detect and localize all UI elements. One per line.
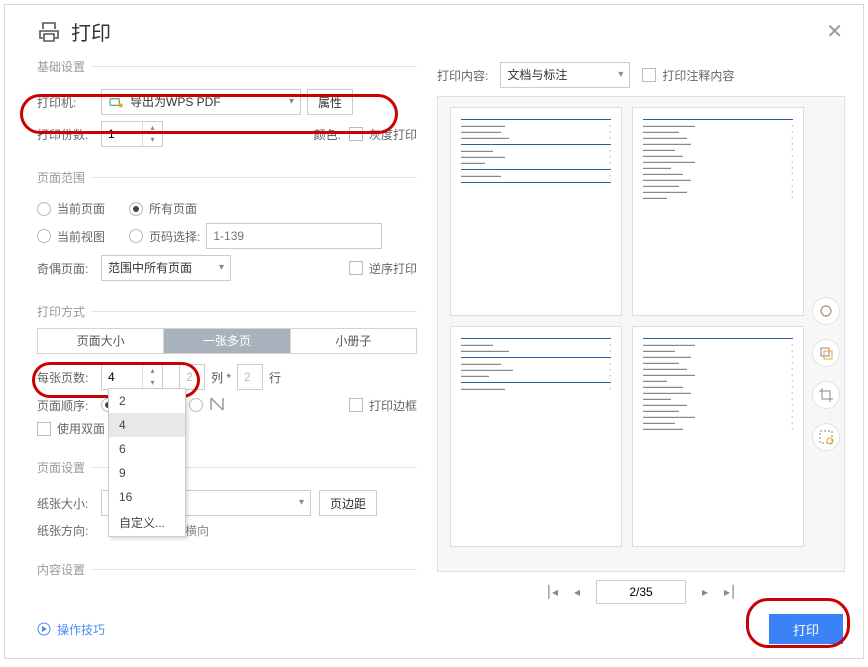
perpage-label: 每张页数: [37, 369, 101, 386]
chevron-down-icon: ▾ [299, 491, 304, 515]
reverse-checkbox[interactable]: 逆序打印 [349, 260, 417, 277]
preview-pager: ⎮◂ ◂ ▸ ▸⎮ [437, 580, 845, 604]
spin-up-icon[interactable]: ▴ [143, 365, 162, 377]
tab-booklet[interactable]: 小册子 [291, 329, 416, 353]
chevron-down-icon: ▾ [289, 90, 294, 114]
tool-copy-icon[interactable] [812, 339, 840, 367]
dropdown-option[interactable]: 6 [109, 437, 185, 461]
order-n[interactable] [189, 396, 227, 414]
print-button[interactable]: 打印 [769, 614, 843, 644]
rows-unit: 行 [269, 369, 281, 386]
dropdown-option[interactable]: 16 [109, 485, 185, 509]
dropdown-option[interactable]: 9 [109, 461, 185, 485]
printer-icon [37, 20, 61, 44]
duplex-checkbox[interactable]: 使用双面 [37, 420, 105, 437]
tool-fit-icon[interactable] [812, 423, 840, 451]
copies-label: 打印份数: [37, 126, 101, 143]
papersize-label: 纸张大小: [37, 495, 101, 512]
close-icon[interactable]: ✕ [826, 19, 843, 44]
copies-stepper[interactable]: ▴▾ [101, 121, 163, 147]
tab-page-size[interactable]: 页面大小 [38, 329, 164, 353]
pager-first-icon[interactable]: ⎮◂ [546, 585, 558, 599]
dialog-title: 打印 [71, 17, 111, 46]
margin-button[interactable]: 页边距 [319, 490, 377, 516]
orient-label: 纸张方向: [37, 522, 101, 539]
oddeven-label: 奇偶页面: [37, 260, 101, 277]
preview-page: ▬▬▬▬▬▬▬▬▬▬▬▬▬▪ ▬▬▬▬▬▬▬▬▬▪ ▬▬▬▬▬▬▬▬▬▬▬▪ ▬… [632, 107, 804, 316]
radio-current-page[interactable]: 当前页面 [37, 200, 105, 217]
pageset-legend: 页面设置 [37, 459, 91, 476]
content-legend: 内容设置 [37, 561, 91, 578]
perpage-input[interactable] [102, 365, 142, 389]
printer-value: 导出为WPS PDF [130, 90, 221, 114]
pager-next-icon[interactable]: ▸ [702, 585, 708, 599]
radio-all-pages[interactable]: 所有页面 [129, 200, 197, 217]
pager-last-icon[interactable]: ▸⎮ [724, 585, 736, 599]
rows-input[interactable] [237, 364, 263, 390]
color-label: 颜色: [314, 126, 341, 143]
print-content-label: 打印内容: [437, 67, 488, 84]
print-mode-tabs: 页面大小 一张多页 小册子 [37, 328, 417, 354]
pager-prev-icon[interactable]: ◂ [574, 585, 580, 599]
dropdown-option[interactable]: 2 [109, 389, 185, 413]
tool-crop-icon[interactable] [812, 297, 840, 325]
dropdown-option[interactable]: 4 [109, 413, 185, 437]
dropdown-option[interactable]: 自定义... [109, 509, 185, 536]
print-content-select[interactable]: 文档与标注▾ [500, 62, 630, 88]
range-legend: 页面范围 [37, 169, 91, 186]
spin-down-icon[interactable]: ▾ [143, 134, 162, 146]
cols-sep: 列 * [211, 369, 231, 386]
pager-input[interactable] [596, 580, 686, 604]
play-icon [37, 622, 51, 636]
border-checkbox[interactable]: 打印边框 [349, 397, 417, 414]
oddeven-select[interactable]: 范围中所有页面▾ [101, 255, 231, 281]
print-preview: ▬▬▬▬▬▬▬▬▬▬▬▪ ▬▬▬▬▬▬▬▬▬▬▪ ▬▬▬▬▬▬▬▬▬▬▬▬▪ ▬… [437, 96, 845, 572]
tab-multi-per-sheet[interactable]: 一张多页 [164, 329, 290, 353]
tool-trim-icon[interactable] [812, 381, 840, 409]
tips-link[interactable]: 操作技巧 [37, 621, 105, 638]
radio-page-select[interactable]: 页码选择: [129, 228, 200, 245]
chevron-down-icon: ▾ [618, 63, 623, 87]
mode-legend: 打印方式 [37, 303, 91, 320]
grayscale-checkbox[interactable]: 灰度打印 [349, 126, 417, 143]
chevron-down-icon: ▾ [219, 256, 224, 280]
copies-input[interactable] [102, 122, 142, 146]
order-label: 页面顺序: [37, 397, 101, 414]
spin-up-icon[interactable]: ▴ [143, 122, 162, 134]
preview-page: ▬▬▬▬▬▬▬▬▬▬▬▪ ▬▬▬▬▬▬▬▬▬▬▪ ▬▬▬▬▬▬▬▬▬▬▬▬▪ ▬… [450, 107, 622, 316]
radio-current-view[interactable]: 当前视图 [37, 228, 105, 245]
cols-input[interactable] [179, 364, 205, 390]
page-select-input[interactable] [206, 223, 382, 249]
export-pdf-icon [108, 94, 124, 110]
perpage-stepper[interactable]: ▴▾ [101, 364, 163, 390]
perpage-dropdown[interactable]: 2 4 6 9 16 自定义... [108, 388, 186, 537]
basic-legend: 基础设置 [37, 58, 91, 75]
preview-page: ▬▬▬▬▬▬▬▬▬▬▬▬▬▪ ▬▬▬▬▬▬▬▬▪ ▬▬▬▬▬▬▬▬▬▬▬▬▪ ▬… [632, 326, 804, 547]
printer-label: 打印机: [37, 94, 101, 111]
print-annotations-checkbox[interactable]: 打印注释内容 [642, 67, 734, 84]
orient-landscape[interactable]: 横向 [185, 522, 209, 539]
preview-page: ▬▬▬▬▬▬▬▬▪ ▬▬▬▬▬▬▬▬▬▬▬▬▪ ▬▬▬▬▬▬▬▬▬▬▪ ▬▬▬▬… [450, 326, 622, 547]
properties-button[interactable]: 属性 [307, 89, 353, 115]
printer-select[interactable]: 导出为WPS PDF ▾ [101, 89, 301, 115]
